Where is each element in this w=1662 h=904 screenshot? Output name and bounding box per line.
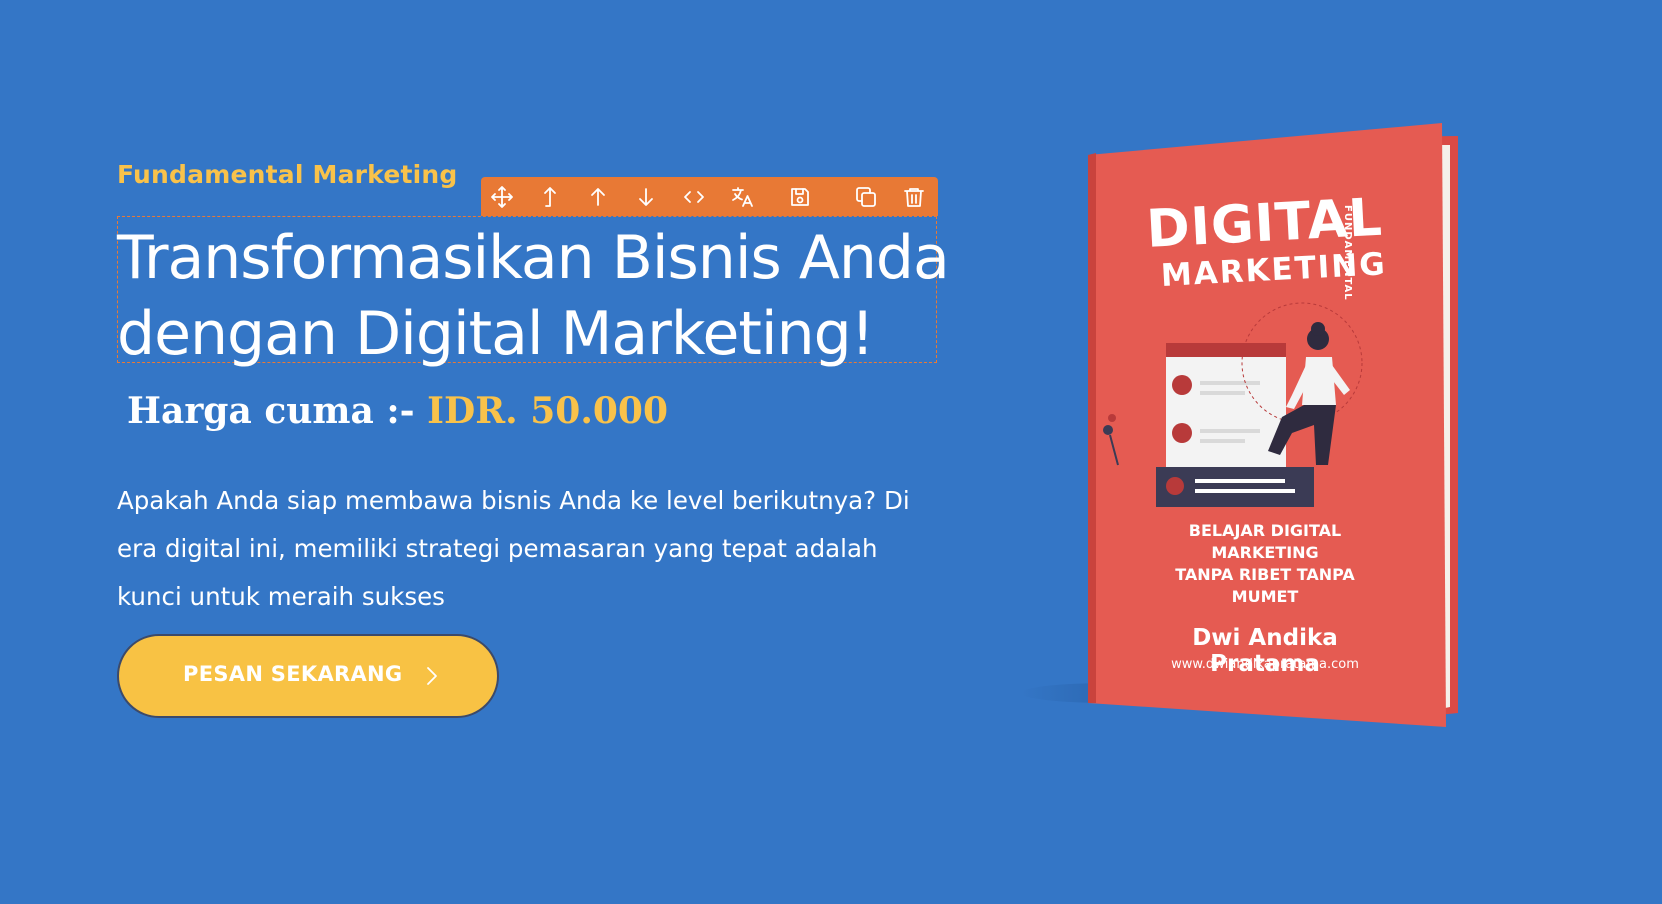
price-label: Harga cuma :- [127, 390, 415, 432]
description: Apakah Anda siap membawa bisnis Anda ke … [117, 486, 910, 611]
hero-section: Fundamental Marketing Transformasikan Bi… [0, 0, 1662, 904]
arrow-down-icon[interactable] [633, 184, 659, 210]
order-now-button[interactable]: PESAN SEKARANG [117, 634, 499, 718]
trash-icon[interactable] [901, 184, 927, 210]
arrow-up-corner-icon[interactable] [537, 184, 563, 210]
book-url: www.dwiandikapratama.com [1171, 657, 1359, 672]
eyebrow-text: Fundamental Marketing [117, 160, 458, 189]
editor-toolbar [481, 177, 938, 216]
book-tagline: BELAJAR DIGITAL MARKETING TANPA RIBET TA… [1145, 520, 1385, 608]
book-tagline-line-2: TANPA RIBET TANPA MUMET [1175, 565, 1355, 606]
headline[interactable]: Transformasikan Bisnis Anda dengan Digit… [117, 220, 977, 372]
save-icon[interactable] [787, 184, 813, 210]
price-line: Harga cuma :- IDR. 50.000 [127, 390, 668, 432]
copy-icon[interactable] [853, 184, 879, 210]
move-icon[interactable] [489, 184, 515, 210]
book-tagline-line-1: BELAJAR DIGITAL MARKETING [1188, 521, 1342, 562]
arrow-up-icon[interactable] [585, 184, 611, 210]
code-icon[interactable] [681, 184, 707, 210]
headline-line-2: dengan Digital Marketing! [117, 299, 875, 369]
headline-line-1: Transformasikan Bisnis Anda [117, 223, 950, 293]
translate-icon[interactable] [729, 184, 755, 210]
order-now-label: PESAN SEKARANG [183, 662, 403, 686]
book-vertical-label: FUNDAMENTAL [1342, 205, 1353, 301]
chevron-right-icon [419, 664, 443, 688]
price-value: IDR. 50.000 [427, 390, 668, 432]
